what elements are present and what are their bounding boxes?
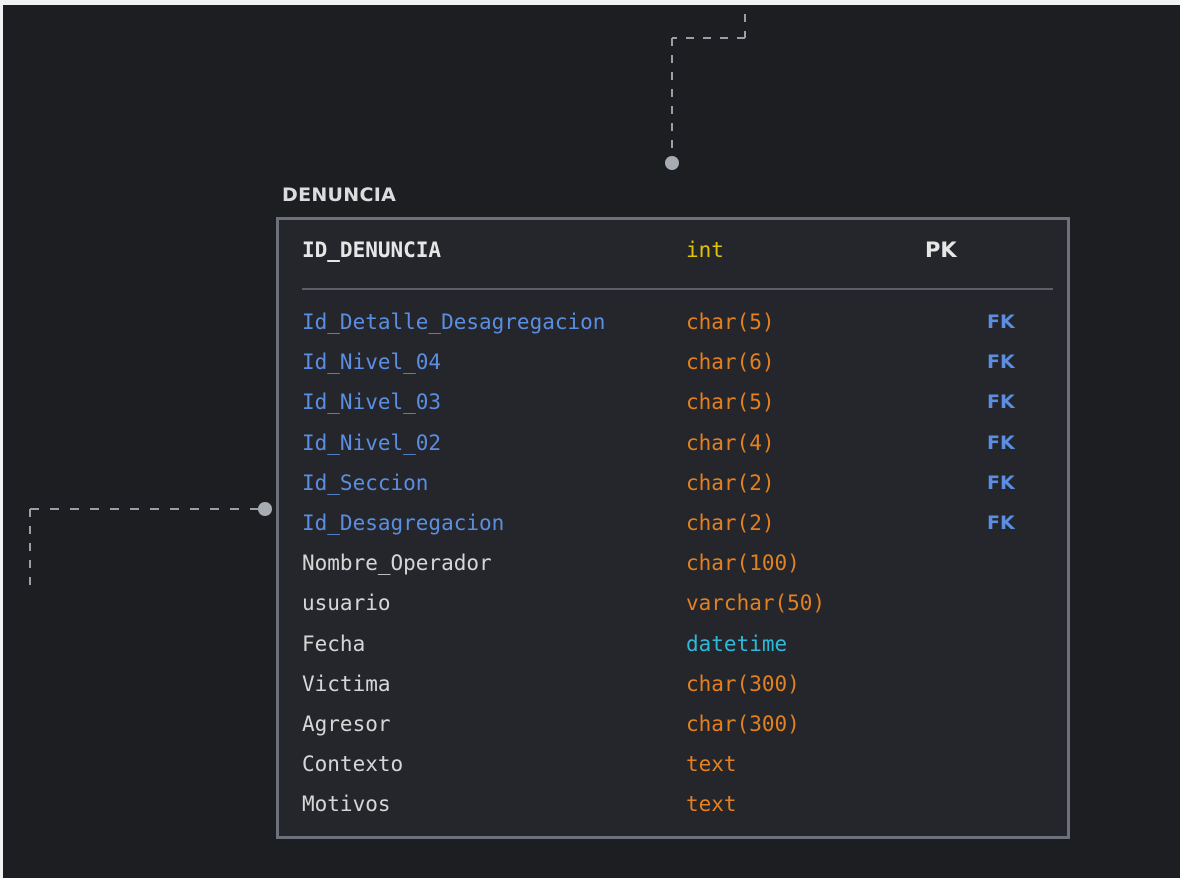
column-name: Id_Seccion xyxy=(302,470,429,495)
column-type: char(300) xyxy=(686,712,800,736)
entity-table-denuncia[interactable]: ID_DENUNCIA int PK Id_Detalle_Desagregac… xyxy=(276,217,1070,839)
column-row[interactable]: Nombre_Operador char(100) xyxy=(279,543,1067,583)
connector-top-endpoint[interactable] xyxy=(665,156,679,170)
fk-badge: FK xyxy=(987,351,1015,374)
pk-column-type: int xyxy=(686,238,724,262)
fk-badge: FK xyxy=(987,391,1015,414)
column-row[interactable]: Agresor char(300) xyxy=(279,704,1067,744)
column-row[interactable]: Id_Nivel_02 char(4) FK xyxy=(279,423,1067,463)
column-type: char(6) xyxy=(686,350,775,375)
column-row[interactable]: Victima char(300) xyxy=(279,664,1067,704)
column-name: Id_Desagregacion xyxy=(302,511,505,535)
column-name: Id_Nivel_03 xyxy=(302,390,442,415)
column-row[interactable]: Motivos text xyxy=(279,784,1067,824)
column-name: Id_Detalle_Desagregacion xyxy=(302,310,606,334)
column-name: Fecha xyxy=(302,631,366,656)
pk-badge: PK xyxy=(925,238,957,262)
connector-top[interactable] xyxy=(665,14,746,170)
column-row[interactable]: Contexto text xyxy=(279,744,1067,784)
fk-badge: FK xyxy=(987,512,1015,534)
column-row[interactable]: Id_Nivel_03 char(5) FK xyxy=(279,382,1067,422)
column-row[interactable]: Id_Detalle_Desagregacion char(5) FK xyxy=(279,302,1067,342)
column-name: Motivos xyxy=(302,792,391,817)
column-type: char(5) xyxy=(686,390,775,415)
connector-left[interactable] xyxy=(29,502,272,585)
column-type: char(2) xyxy=(686,511,775,535)
column-name: Agresor xyxy=(302,712,391,736)
column-row[interactable]: Id_Seccion char(2) FK xyxy=(279,463,1067,503)
column-name: Victima xyxy=(302,671,391,696)
fk-badge: FK xyxy=(987,311,1015,333)
column-row[interactable]: Fecha datetime xyxy=(279,624,1067,664)
column-type: text xyxy=(686,792,737,817)
column-type: char(5) xyxy=(686,310,775,334)
column-name: usuario xyxy=(302,591,391,616)
column-type: text xyxy=(686,752,737,777)
column-type: char(300) xyxy=(686,671,800,696)
column-type: char(100) xyxy=(686,551,800,576)
column-row[interactable]: Id_Desagregacion char(2) FK xyxy=(279,503,1067,543)
column-type: varchar(50) xyxy=(686,591,826,616)
column-type: char(4) xyxy=(686,430,775,455)
column-name: Contexto xyxy=(302,752,404,777)
header-divider xyxy=(302,288,1053,290)
column-type: char(2) xyxy=(686,470,775,495)
column-type: datetime xyxy=(686,631,788,656)
table-title: DENUNCIA xyxy=(282,184,397,206)
column-row[interactable]: Id_Nivel_04 char(6) FK xyxy=(279,342,1067,382)
column-name: Nombre_Operador xyxy=(302,551,492,576)
column-name: Id_Nivel_02 xyxy=(302,430,442,455)
column-name: Id_Nivel_04 xyxy=(302,350,442,375)
fk-badge: FK xyxy=(987,431,1015,454)
connector-left-endpoint[interactable] xyxy=(258,502,272,516)
pk-column-name: ID_DENUNCIA xyxy=(302,238,442,262)
fk-badge: FK xyxy=(987,471,1015,494)
primary-key-row[interactable]: ID_DENUNCIA int PK xyxy=(279,230,1067,270)
column-row[interactable]: usuario varchar(50) xyxy=(279,583,1067,623)
